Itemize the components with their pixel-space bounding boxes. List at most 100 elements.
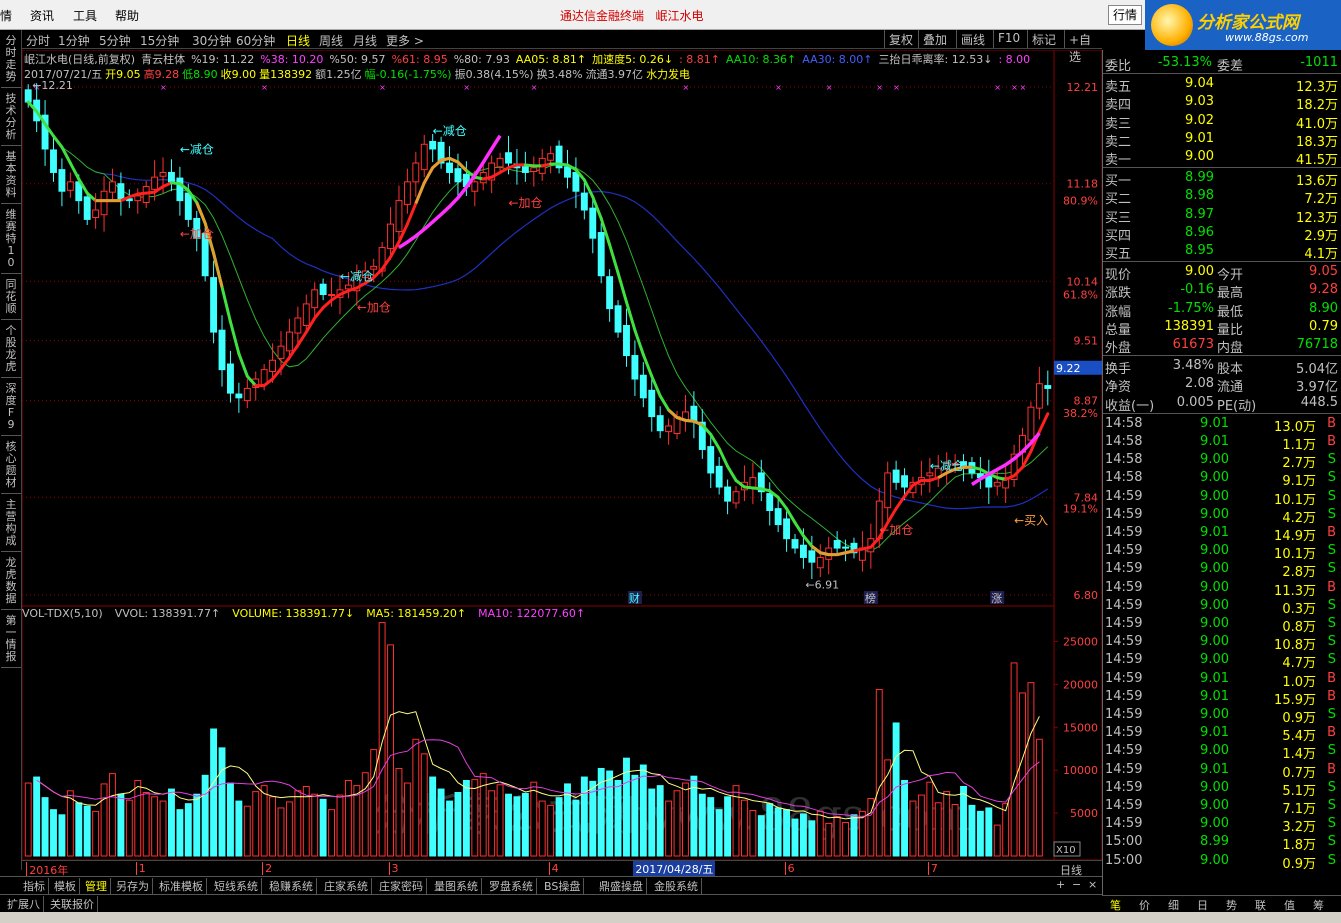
volume-bar [976,810,984,857]
signal-marker-7: × [775,83,782,92]
ohlc-value-4: 收9.00 [220,68,257,81]
tool-button-2[interactable]: 画线 [956,30,989,48]
left-tab-4[interactable]: 同花顺 [1,276,21,320]
menu-item-news[interactable]: 资讯 [30,7,54,24]
indicator-value-6: %80: 7.93 [453,53,510,66]
indicator-tab-8[interactable]: 庄家密码 [376,878,427,894]
period-tab-6[interactable]: 日线 [286,32,310,49]
event-marker-2: 涨 [991,592,1002,605]
quote-panel-tab-0[interactable]: 笔 [1110,897,1121,913]
ask-row-2-cell-0: 卖三 [1105,116,1132,132]
tick-row-19-cell-2: 0.7万 [1282,765,1316,781]
quote-panel-tab-1[interactable]: 价 [1139,897,1150,913]
indicator-tab-6[interactable]: 稳赚系统 [266,878,317,894]
zoom-in-icon[interactable]: + [1056,878,1065,891]
quote-tab[interactable]: 行情 [1108,5,1142,25]
candle [319,278,327,301]
indicator-tab-0[interactable]: 指标 [20,878,49,894]
tick-row-21-cell-2: 7.1万 [1282,802,1316,817]
left-tab-2[interactable]: 基本资料 [1,148,21,204]
logo-url: www.88gs.com [1225,31,1309,44]
tick-row-18-cell-2: 1.4万 [1282,747,1316,763]
candle [218,315,226,387]
volume-bar [614,779,622,857]
period-tab-7[interactable]: 周线 [319,32,343,49]
close-icon[interactable]: × [1088,878,1097,891]
period-tab-8[interactable]: 月线 [353,32,377,49]
menu-item-help[interactable]: 帮助 [115,7,139,24]
indicator-tab-1[interactable]: 模板 [51,878,80,894]
quote-panel-tab-4[interactable]: 势 [1226,897,1237,913]
tick-row-23-cell-0: 15:00 [1105,834,1143,850]
tool-button-4[interactable]: 标记 [1027,30,1060,48]
candle [639,362,647,408]
quote-panel-tab-6[interactable]: 值 [1284,897,1295,913]
left-tab-10[interactable]: 第一情报 [1,612,21,668]
period-tab-0[interactable]: 分时 [26,32,50,49]
left-tab-3[interactable]: 维赛特10 [1,206,21,274]
quote-panel-tab-5[interactable]: 联 [1255,897,1266,913]
period-tab-4[interactable]: 30分钟 [192,32,231,49]
candle [631,340,639,396]
left-tab-6[interactable]: 深度F9 [1,380,21,436]
bid-row-1-cell-0: 买二 [1105,192,1132,208]
indicator-tab-7[interactable]: 庄家系统 [321,878,372,894]
indicator-tab-2[interactable]: 管理 [82,878,111,894]
period-tab-3[interactable]: 15分钟 [140,32,179,49]
indicator-tab-11[interactable]: BS操盘 [541,878,585,894]
indicator-header: 岷江水电(日线,前复权) 青云柱体 %19: 11.22 %38: 10.20 %50:… [24,51,1036,67]
left-tab-7[interactable]: 核心题材 [1,438,21,494]
tool-button-1[interactable]: 叠加 [918,30,951,48]
indicator-tab-10[interactable]: 罗盘系统 [486,878,537,894]
left-tab-9[interactable]: 龙虎数据 [1,554,21,610]
left-tab-0[interactable]: 分时走势 [1,32,21,88]
indicator-tab-4[interactable]: 标准模板 [156,878,207,894]
indicator-tab-3[interactable]: 另存为 [113,878,153,894]
candle [656,406,664,439]
tick-row-11-cell-2: 0.8万 [1282,620,1316,635]
volume-bar [875,689,883,857]
tick-row-14-cell-0: 14:59 [1105,670,1143,686]
left-tab-5[interactable]: 个股龙虎 [1,322,21,378]
period-tab-1[interactable]: 1分钟 [58,32,90,49]
menu-item-quote[interactable]: 情 [0,7,12,24]
left-tab-8[interactable]: 主营构成 [1,496,21,552]
left-tab-1[interactable]: 技术分析 [1,90,21,146]
candle [66,172,74,198]
price-tick-1: 11.18 [1067,178,1099,191]
extension-tab-0[interactable]: 扩展八 [4,896,44,912]
indicator-tab-13[interactable]: 金股系统 [651,878,702,894]
candle [833,531,841,556]
stat-row-1-cell-3: 9.28 [1309,282,1338,298]
volume-bar [488,790,496,857]
period-tab-5[interactable]: 60分钟 [236,32,275,49]
ohlc-value-5: 量138392 [259,68,313,81]
period-tab-2[interactable]: 5分钟 [99,32,131,49]
stat-row-1-cell-0: 涨跌 [1105,286,1132,302]
menu-item-tools[interactable]: 工具 [73,7,97,24]
period-tab-9[interactable]: 更多 > [386,32,424,49]
quote-panel-tab-2[interactable]: 细 [1168,897,1179,913]
kline-chart[interactable]: 12.21 11.18 10.14 9.51 8.87 7.84 6.80 80.9% 61.8… [22,50,1102,860]
extension-tab-1[interactable]: 关联报价 [47,896,98,912]
chart-frame [22,50,1102,860]
tool-button-5[interactable]: +自选 [1064,30,1102,64]
tick-row-5: 14:59 9.00 4.2万 S [1103,506,1341,526]
candle [117,172,125,216]
volume-bar [125,799,133,857]
indicator-tab-12[interactable]: 鼎盛操盘 [596,878,647,894]
signal-marker-11: × [994,83,1001,92]
ohlc-value-0: 2017/07/21/五 [24,68,103,81]
quote-panel-tab-7[interactable]: 筹 [1313,897,1324,913]
chart-canvas[interactable]: 12.2111.1810.149.518.877.846.8080.9%61.8… [22,50,1102,860]
zoom-out-icon[interactable]: − [1072,878,1081,891]
candle [698,409,706,459]
tick-row-21-cell-3: S [1327,798,1336,813]
indicator-tab-9[interactable]: 量图系统 [431,878,482,894]
quote-panel-tab-3[interactable]: 日 [1197,897,1208,913]
tool-button-0[interactable]: 复权 [884,30,917,48]
volume-bar [193,793,201,857]
indicator-tab-5[interactable]: 短线系统 [211,878,262,894]
tool-button-3[interactable]: F10 [993,30,1024,48]
indicator-value-8: 加速度5: 0.26↓ [592,53,674,66]
